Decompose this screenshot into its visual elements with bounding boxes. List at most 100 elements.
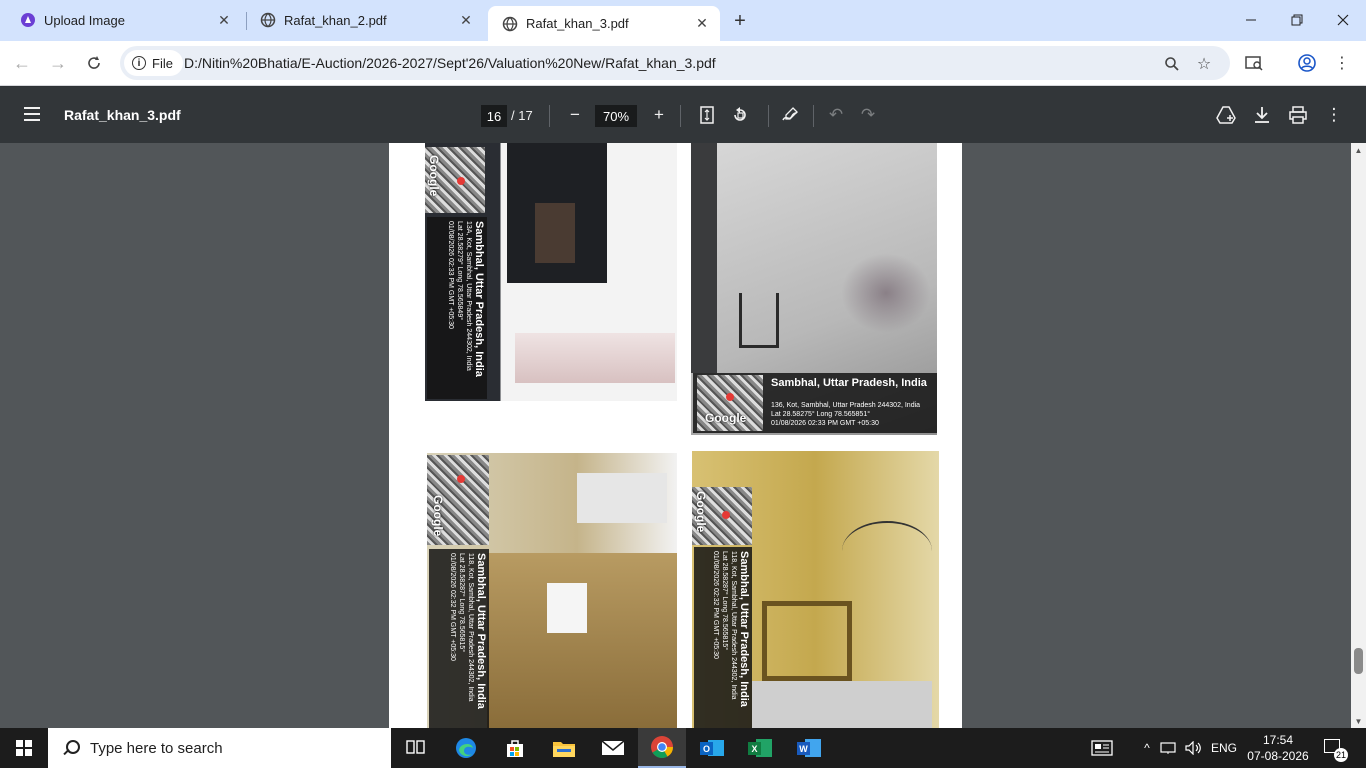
print-icon[interactable] bbox=[1286, 103, 1310, 127]
edge-icon[interactable] bbox=[442, 728, 490, 768]
tab-rafat-khan-2[interactable]: Rafat_khan_2.pdf ✕ bbox=[246, 5, 484, 35]
geo-stamp: Sambhal, Uttar Pradesh, India 118, Kot, … bbox=[694, 547, 752, 728]
start-button[interactable] bbox=[0, 728, 48, 768]
notification-center-icon[interactable]: 21 bbox=[1322, 736, 1348, 762]
geo-stamp: Sambhal, Uttar Pradesh, India 13A, Kot, … bbox=[427, 217, 487, 399]
tab-strip: Upload Image ✕ Rafat_khan_2.pdf ✕ Rafat_… bbox=[0, 0, 1366, 41]
restore-icon[interactable] bbox=[1274, 0, 1320, 40]
word-icon[interactable]: W bbox=[785, 728, 833, 768]
close-tab-icon[interactable]: ✕ bbox=[214, 10, 234, 30]
tab-search-icon[interactable] bbox=[1242, 51, 1266, 75]
map-thumbnail: Google bbox=[427, 455, 489, 545]
google-label: Google bbox=[427, 155, 441, 197]
site-info-chip[interactable]: i File bbox=[124, 50, 183, 76]
fit-page-icon[interactable] bbox=[695, 103, 719, 127]
clock-date: 07-08-2026 bbox=[1247, 749, 1309, 763]
new-tab-icon[interactable]: + bbox=[728, 9, 752, 33]
file-explorer-icon[interactable] bbox=[540, 728, 588, 768]
tab-title: Upload Image bbox=[44, 12, 125, 28]
taskbar-search-box[interactable]: Type here to search bbox=[48, 728, 391, 768]
vertical-scrollbar[interactable]: ▲ ▼ bbox=[1351, 143, 1366, 728]
zoom-out-icon[interactable]: − bbox=[563, 103, 587, 127]
stamp-city: Sambhal, Uttar Pradesh, India bbox=[771, 377, 927, 389]
close-tab-icon[interactable]: ✕ bbox=[456, 10, 476, 30]
search-placeholder: Type here to search bbox=[90, 739, 223, 757]
store-icon[interactable] bbox=[491, 728, 539, 768]
tab-title: Rafat_khan_3.pdf bbox=[526, 16, 629, 31]
globe-icon bbox=[502, 16, 518, 32]
save-to-drive-icon[interactable] bbox=[1214, 103, 1238, 127]
zoom-level-input[interactable]: 70% bbox=[595, 105, 637, 127]
search-icon bbox=[62, 739, 80, 757]
stamp-city: Sambhal, Uttar Pradesh, India bbox=[473, 221, 485, 377]
tab-upload-image[interactable]: Upload Image ✕ bbox=[6, 5, 242, 35]
svg-text:X: X bbox=[751, 744, 757, 754]
url-text[interactable]: D:/Nitin%20Bhatia/E-Auction/2026-2027/Se… bbox=[184, 55, 716, 71]
stamp-coords: Lat 28.58275° Long 78.565851° bbox=[771, 411, 871, 418]
system-clock[interactable]: 17:54 07-08-2026 bbox=[1240, 732, 1316, 764]
show-hidden-icons-chevron-icon[interactable]: ^ bbox=[1138, 728, 1156, 768]
undo-icon[interactable]: ↶ bbox=[824, 103, 848, 127]
stamp-coords: Lat 28.58279° Long 78.565849° bbox=[456, 221, 463, 321]
profile-icon[interactable] bbox=[1295, 51, 1319, 75]
page-number-input[interactable]: 16 bbox=[481, 105, 507, 127]
tab-title: Rafat_khan_2.pdf bbox=[284, 12, 387, 28]
notification-badge: 21 bbox=[1334, 748, 1348, 762]
stamp-address: 136, Kot, Sambhal, Uttar Pradesh 244302,… bbox=[771, 402, 921, 409]
pdf-viewer[interactable]: Google Sambhal, Uttar Pradesh, India 13A… bbox=[0, 143, 1366, 728]
stamp-city: Sambhal, Uttar Pradesh, India bbox=[738, 551, 750, 707]
back-icon[interactable]: ← bbox=[8, 49, 36, 77]
minimize-icon[interactable] bbox=[1228, 0, 1274, 40]
toolbar-divider bbox=[549, 105, 550, 127]
rotate-icon[interactable] bbox=[728, 103, 752, 127]
site-photo: Google Sambhal, Uttar Pradesh, India 136… bbox=[691, 143, 937, 435]
google-label: Google bbox=[705, 411, 747, 425]
bookmark-star-icon[interactable]: ☆ bbox=[1194, 54, 1214, 74]
close-window-icon[interactable] bbox=[1320, 0, 1366, 40]
site-photo: Google Sambhal, Uttar Pradesh, India 118… bbox=[427, 453, 677, 728]
volume-icon[interactable] bbox=[1183, 728, 1205, 768]
scroll-up-icon[interactable]: ▲ bbox=[1351, 143, 1366, 157]
pdf-title: Rafat_khan_3.pdf bbox=[64, 107, 181, 123]
sidebar-menu-icon[interactable] bbox=[20, 103, 44, 127]
scrollbar-thumb[interactable] bbox=[1354, 648, 1363, 674]
download-icon[interactable] bbox=[1250, 103, 1274, 127]
language-indicator[interactable]: ENG bbox=[1208, 728, 1240, 768]
pdf-more-icon[interactable]: ⋮ bbox=[1322, 103, 1346, 127]
network-icon[interactable] bbox=[1158, 728, 1180, 768]
toolbar-divider bbox=[768, 105, 769, 127]
more-menu-icon[interactable]: ⋮ bbox=[1330, 51, 1354, 75]
page-total: / 17 bbox=[511, 108, 533, 123]
news-widget-icon[interactable] bbox=[1088, 728, 1116, 768]
forward-icon[interactable]: → bbox=[44, 49, 72, 77]
stamp-coords: Lat 28.58287° Long 78.565815° bbox=[458, 553, 465, 653]
clock-time: 17:54 bbox=[1262, 733, 1294, 747]
task-view-icon[interactable] bbox=[392, 728, 440, 768]
map-pin-icon bbox=[722, 511, 730, 519]
zoom-in-icon[interactable]: + bbox=[647, 103, 671, 127]
stamp-time: 01/08/2026 02:33 PM GMT +05:30 bbox=[447, 221, 454, 329]
svg-text:O: O bbox=[703, 744, 710, 754]
site-photo: Google Sambhal, Uttar Pradesh, India 118… bbox=[692, 451, 939, 728]
redo-icon[interactable]: ↷ bbox=[856, 103, 880, 127]
excel-icon[interactable]: X bbox=[736, 728, 784, 768]
outlook-icon[interactable]: O bbox=[688, 728, 736, 768]
zoom-icon[interactable] bbox=[1162, 54, 1182, 74]
map-pin-icon bbox=[457, 475, 465, 483]
annotate-icon[interactable] bbox=[778, 103, 802, 127]
stamp-time: 01/08/2026 02:32 PM GMT +05:30 bbox=[449, 553, 456, 661]
site-photo: Google Sambhal, Uttar Pradesh, India 13A… bbox=[425, 143, 677, 401]
map-thumbnail: Google bbox=[692, 487, 752, 545]
chrome-icon[interactable] bbox=[638, 728, 686, 768]
scroll-down-icon[interactable]: ▼ bbox=[1351, 714, 1366, 728]
stamp-coords: Lat 28.58287° Long 78.565815° bbox=[721, 551, 728, 651]
address-bar[interactable]: i File D:/Nitin%20Bhatia/E-Auction/2026-… bbox=[120, 46, 1230, 80]
windows-logo-icon bbox=[16, 740, 32, 756]
tab-rafat-khan-3[interactable]: Rafat_khan_3.pdf ✕ bbox=[488, 6, 720, 41]
mail-icon[interactable] bbox=[589, 728, 637, 768]
stamp-city: Sambhal, Uttar Pradesh, India bbox=[475, 553, 487, 709]
close-tab-icon[interactable]: ✕ bbox=[692, 14, 712, 34]
svg-text:W: W bbox=[799, 744, 808, 754]
reload-icon[interactable] bbox=[80, 49, 108, 77]
pdf-toolbar: Rafat_khan_3.pdf 16 / 17 − 70% + ↶ ↷ ⋮ bbox=[0, 87, 1366, 143]
